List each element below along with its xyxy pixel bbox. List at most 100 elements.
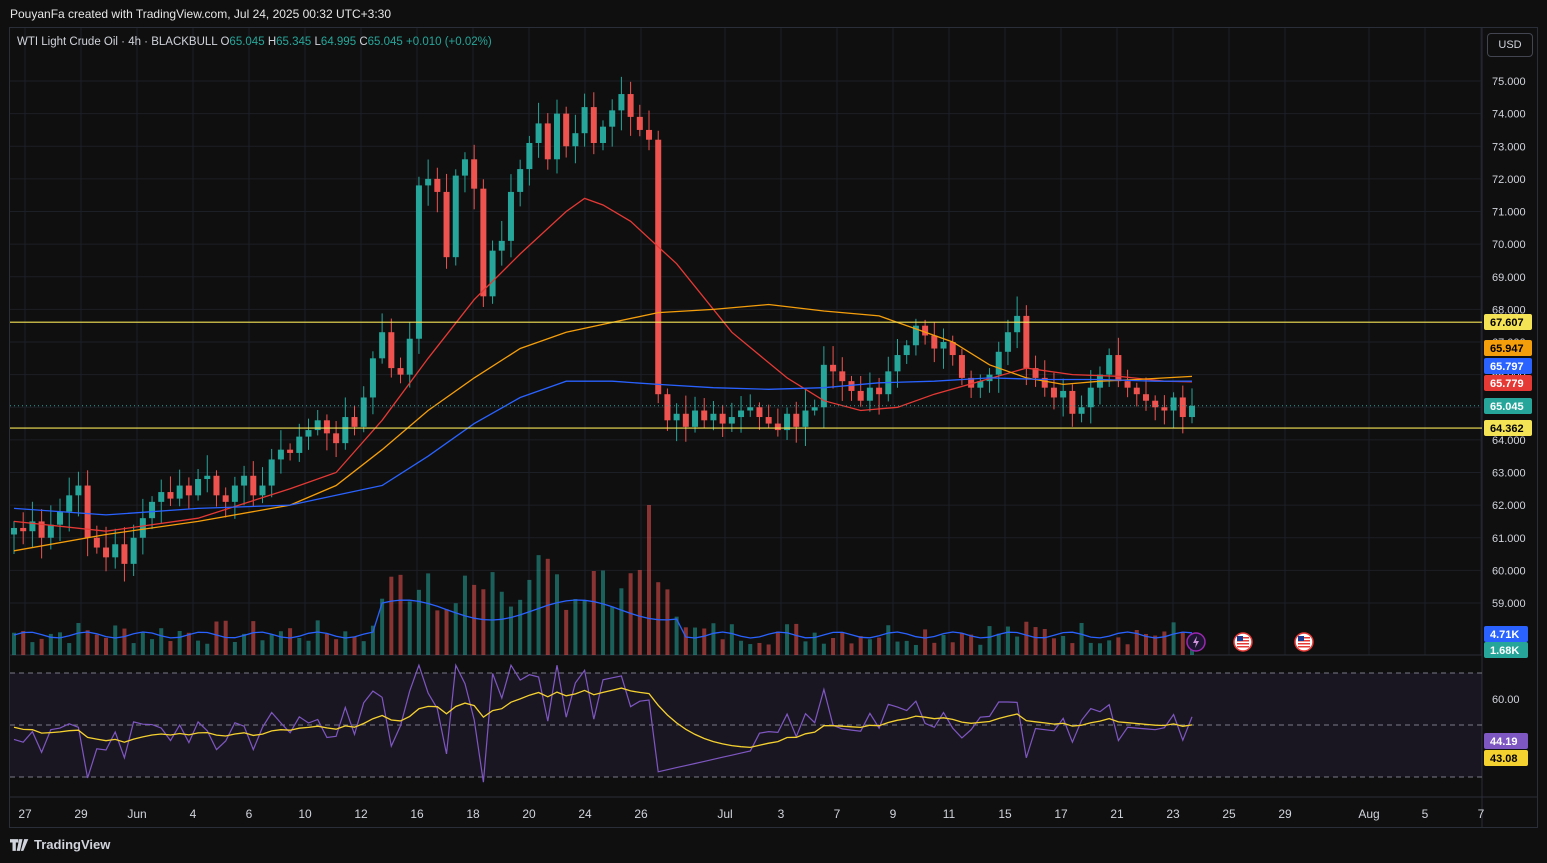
candle-body [443,191,450,258]
volume-bar [794,623,799,655]
price-tick-label: 70.000 [1492,239,1526,251]
candle-body [572,133,579,147]
candle-body [222,495,229,502]
candle-body [342,417,349,444]
volume-bar [150,639,155,655]
candle-body [103,547,110,558]
candle-body [1189,405,1195,418]
candle-body [360,397,367,427]
candle-body [765,417,772,424]
change-value: +0.010 (+0.02%) [406,36,492,48]
candle-body [857,390,864,401]
price-label-text: 65.045 [1490,401,1524,413]
volume-bar [766,644,771,655]
time-tick-label: 4 [190,807,197,821]
volume-bar [343,631,348,655]
candle-body [1170,397,1177,411]
volume-bar [683,627,688,655]
volume-bar [260,640,265,655]
candle-body [664,394,671,421]
candle-body [176,485,183,499]
candle-body [1004,332,1011,352]
symbol-legend: WTI Light Crude Oil · 4h · BLACKBULL O65… [17,36,492,48]
volume-bar [242,633,247,655]
candle-body [1106,355,1113,375]
candle-body [1133,387,1140,395]
candle-body [461,159,468,176]
volume-bar [159,628,164,655]
chart-canvas[interactable]: 75.000 74.000 73.000 72.000 71.000 70.000 69.0… [0,0,1547,863]
candle-body [866,387,873,401]
us-flag-icon [1294,632,1314,652]
symbol-name[interactable]: WTI Light Crude Oil · 4h · BLACKBULL [17,36,217,48]
candle-body [682,413,689,427]
price-tick-label: 64.000 [1492,435,1526,447]
time-tick-label: 3 [778,807,785,821]
time-tick-label: 16 [410,807,424,821]
price-tick-label: 60.000 [1492,565,1526,577]
volume-bar [582,599,587,655]
volume-label-text: 1.68K [1490,645,1519,657]
time-tick-label: Jun [127,807,146,821]
ma-red-line [13,197,1193,532]
volume-bar [39,638,44,655]
candle-body [802,410,809,427]
us-flag-icon [1233,632,1253,652]
candle-body [710,413,717,421]
volume-bar [398,574,403,655]
volume-bar [720,639,725,655]
candle-body [922,325,929,336]
time-tick-label: 10 [298,807,312,821]
volume-bar [950,642,955,655]
volume-bar [1061,636,1066,655]
tradingview-branding[interactable]: TradingView [10,837,110,852]
volume-bar [601,570,605,655]
volume-bar [775,631,780,655]
candle-body [185,485,192,496]
volume-bar [554,574,559,655]
volume-bar [444,609,449,655]
candle-body [544,123,551,160]
rsi-value-text: 44.19 [1490,736,1518,748]
candle-body [287,449,294,453]
candle-body [250,475,257,496]
volume-bar [94,634,99,655]
volume-bar [536,555,541,655]
candle-body [434,178,441,192]
candle-body [1014,315,1021,333]
volume-bar [923,629,928,655]
time-tick-label: 7 [1478,807,1485,821]
volume-bar [812,632,817,655]
currency-button[interactable]: USD [1487,33,1533,57]
volume-bar [196,640,201,655]
candle-body [47,524,54,538]
candle-body [526,142,533,170]
volume-bar [334,639,339,655]
time-tick-label: 26 [634,807,648,821]
rsi-tick-label: 60.00 [1492,694,1520,706]
volume-bar [849,643,854,655]
price-label-text: 65.947 [1490,343,1524,355]
time-tick-label: 7 [834,807,841,821]
time-tick-label: 24 [578,807,592,821]
candle-body [388,332,395,369]
candle-body [839,371,846,382]
volume-bar [58,632,63,655]
volume-bar [564,609,569,655]
volume-bar [251,621,256,655]
volume-bar [637,569,642,655]
price-label-text: 67.607 [1490,317,1524,329]
candle-body [627,94,634,117]
volume-bar [1088,642,1093,655]
candle-body [1142,394,1149,401]
volume-bar [895,641,900,655]
candle-body [489,250,496,297]
volume-bar [426,573,431,655]
candle-body [1124,381,1131,388]
candle-body [728,417,735,424]
volume-bar [12,632,16,655]
candle-body [1179,397,1186,418]
volume-bar [656,582,661,655]
candle-body [701,410,708,421]
open-value: 65.045 [229,36,265,48]
